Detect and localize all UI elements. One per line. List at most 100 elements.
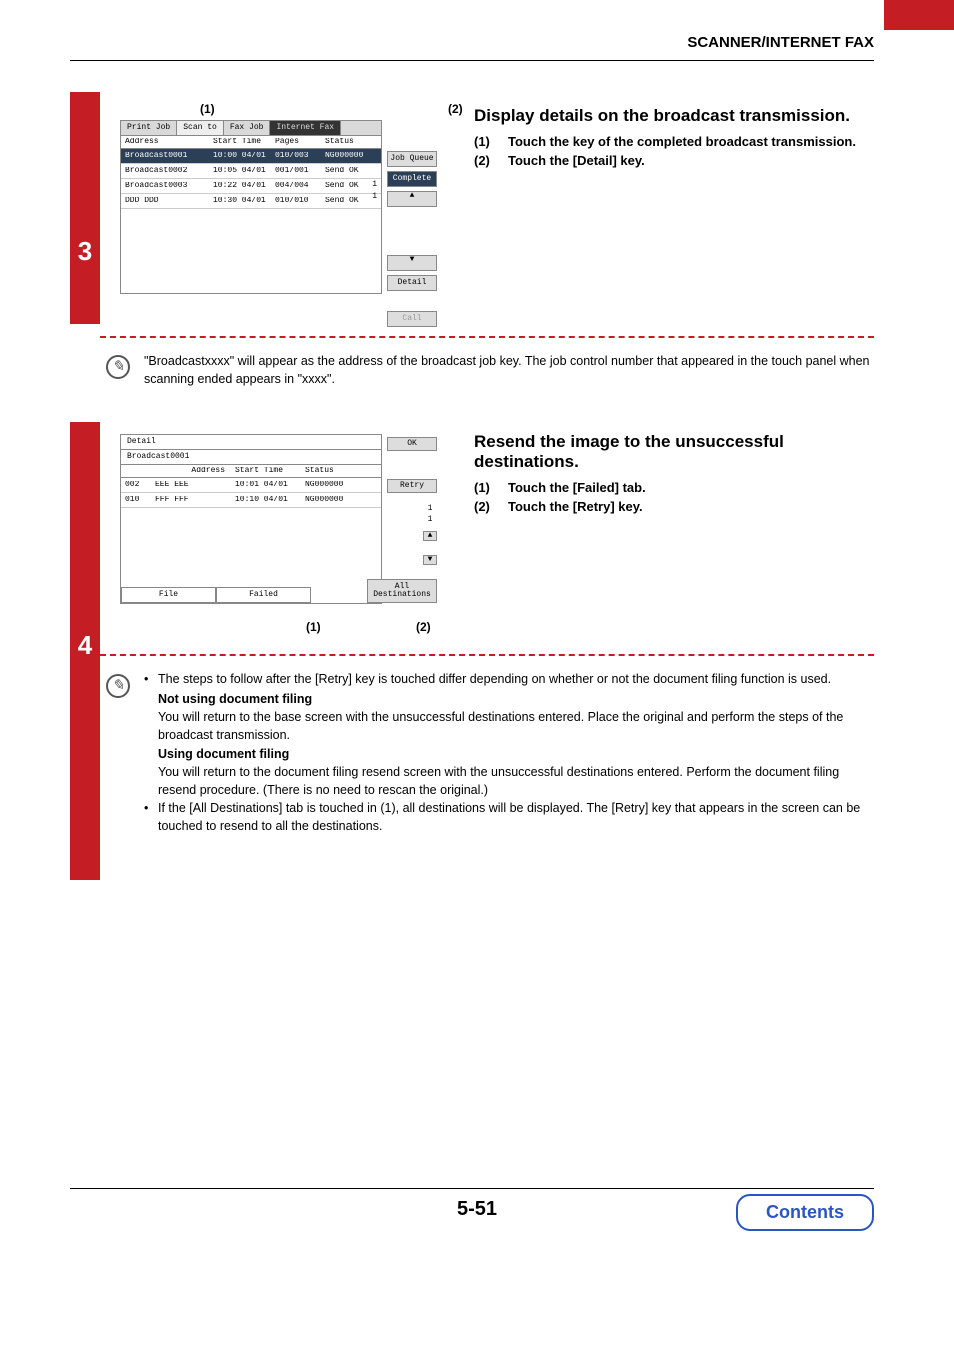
col-status: Status (325, 138, 375, 146)
job-row-1[interactable]: Broadcast0002 10:05 04/01 001/001 Send O… (121, 164, 381, 179)
scroll-down-icon[interactable]: ▼ (387, 255, 437, 271)
retry-button[interactable]: Retry (387, 479, 437, 493)
step4-item1-text: Touch the [Failed] tab. (508, 480, 646, 495)
tab-fax-job[interactable]: Fax Job (224, 121, 271, 135)
col-address: Address (125, 467, 235, 475)
cell: 002 (125, 481, 155, 489)
detail-row-1[interactable]: 010 FFF FFF 10:10 04/01 NG000000 (121, 493, 381, 508)
note-line: You will return to the document filing r… (144, 763, 874, 799)
step3-divider (100, 336, 874, 338)
step4-callout-1: (1) (306, 620, 321, 634)
header-rule (70, 60, 874, 61)
section-title: SCANNER/INTERNET FAX (687, 34, 874, 51)
tab-file[interactable]: File (121, 587, 216, 603)
complete-button[interactable]: Complete (387, 171, 437, 187)
step4-item1-num: (1) (474, 480, 498, 495)
detail-panel: Detail OK Broadcast0001 Address Start Ti… (120, 434, 382, 604)
cell: NG000000 (305, 481, 365, 489)
detail-columns: Address Start Time Status (121, 465, 381, 478)
job-queue-button[interactable]: Job Queue (387, 151, 437, 167)
step4-divider (100, 654, 874, 656)
scroll-up-icon[interactable]: ▲ (423, 531, 437, 541)
cell: 004/004 (275, 182, 325, 190)
step3-item1-text: Touch the key of the completed broadcast… (508, 134, 856, 149)
cell: 10:30 04/01 (213, 197, 275, 205)
cell: Send OK (325, 182, 375, 190)
step4-title: Resend the image to the unsuccessful des… (474, 432, 874, 472)
note-icon: ✎ (106, 674, 130, 698)
cell: Send OK (325, 197, 375, 205)
note-bold: Using document filing (158, 747, 289, 761)
step3-item1-num: (1) (474, 134, 498, 149)
job-row-0[interactable]: Broadcast0001 10:00 04/01 010/003 NG0000… (121, 149, 381, 164)
col-starttime: Start Time (213, 138, 275, 146)
step4-note: The steps to follow after the [Retry] ke… (144, 670, 874, 837)
cell: 10:10 04/01 (235, 496, 305, 504)
note-bold: Not using document filing (158, 692, 312, 706)
cell: DDD DDD (125, 197, 213, 205)
contents-button[interactable]: Contents (736, 1194, 874, 1231)
step3-callout-1: (1) (200, 102, 215, 116)
cell: 001/001 (275, 167, 325, 175)
job-row-2[interactable]: Broadcast0003 10:22 04/01 004/004 Send O… (121, 179, 381, 194)
job-row-3[interactable]: DDD DDD 10:30 04/01 010/010 Send OK (121, 194, 381, 209)
tab-print-job[interactable]: Print Job (121, 121, 177, 135)
tab-internet-fax[interactable]: Internet Fax (270, 121, 341, 135)
step4-item2-text: Touch the [Retry] key. (508, 499, 643, 514)
note-icon: ✎ (106, 355, 130, 379)
detail-button[interactable]: Detail (387, 275, 437, 291)
jobstatus-tabs: Print Job Scan to Fax Job Internet Fax (121, 121, 381, 136)
step3-number: 3 (70, 236, 100, 267)
cell: 010/003 (275, 152, 325, 160)
cell: 010/010 (275, 197, 325, 205)
step3-note: "Broadcastxxxx" will appear as the addre… (144, 352, 874, 388)
step3-red-stripe (70, 92, 100, 324)
col-status: Status (305, 467, 365, 475)
step3-title: Display details on the broadcast transmi… (474, 106, 874, 126)
step4-item2-num: (2) (474, 499, 498, 514)
cell: Broadcast0002 (125, 167, 213, 175)
tab-all-destinations[interactable]: All Destinations (367, 579, 437, 603)
scroll-down-icon[interactable]: ▼ (423, 555, 437, 565)
cell: Broadcast0003 (125, 182, 213, 190)
step4-callout-2: (2) (416, 620, 431, 634)
note-line: If the [All Destinations] tab is touched… (144, 799, 874, 835)
tab-failed[interactable]: Failed (216, 587, 311, 603)
cell: 010 (125, 496, 155, 504)
note-line: The steps to follow after the [Retry] ke… (144, 670, 874, 688)
detail-title: Detail (127, 438, 156, 446)
header-red-bar (884, 0, 954, 30)
page-indicator: 11 (423, 503, 437, 525)
tab-scan-to[interactable]: Scan to (177, 121, 224, 135)
footer-rule (70, 1188, 874, 1189)
cell: Broadcast0001 (125, 152, 213, 160)
cell: 10:00 04/01 (213, 152, 275, 160)
cell: Send OK (325, 167, 375, 175)
step3-callout-2: (2) (448, 102, 463, 116)
broadcast-label: Broadcast0001 (121, 450, 381, 465)
scroll-up-icon[interactable]: ▲ (387, 191, 437, 207)
cell: 10:22 04/01 (213, 182, 275, 190)
detail-row-0[interactable]: 002 EEE EEE 10:01 04/01 NG000000 (121, 478, 381, 493)
detail-bottom-tabs: File Failed (121, 587, 311, 603)
cell: FFF FFF (155, 496, 235, 504)
col-starttime: Start Time (235, 467, 305, 475)
side-buttons: Job Queue Complete ▲ ▼ Detail Call (387, 151, 437, 327)
cell: EEE EEE (155, 481, 235, 489)
page-indicator-1: 1 (372, 181, 377, 189)
cell: 10:05 04/01 (213, 167, 275, 175)
jobstatus-panel: Print Job Scan to Fax Job Internet Fax A… (120, 120, 382, 294)
ok-button[interactable]: OK (387, 437, 437, 451)
call-button[interactable]: Call (387, 311, 437, 327)
cell: NG000000 (325, 152, 375, 160)
cell: 10:01 04/01 (235, 481, 305, 489)
col-pages: Pages (275, 138, 325, 146)
step4-number: 4 (70, 630, 100, 661)
step3-item2-num: (2) (474, 153, 498, 168)
jobstatus-columns: Address Start Time Pages Status (121, 136, 381, 149)
col-address: Address (125, 138, 213, 146)
note-line: You will return to the base screen with … (144, 708, 874, 744)
cell: NG000000 (305, 496, 365, 504)
page-indicator-2: 1 (372, 193, 377, 201)
step3-item2-text: Touch the [Detail] key. (508, 153, 645, 168)
